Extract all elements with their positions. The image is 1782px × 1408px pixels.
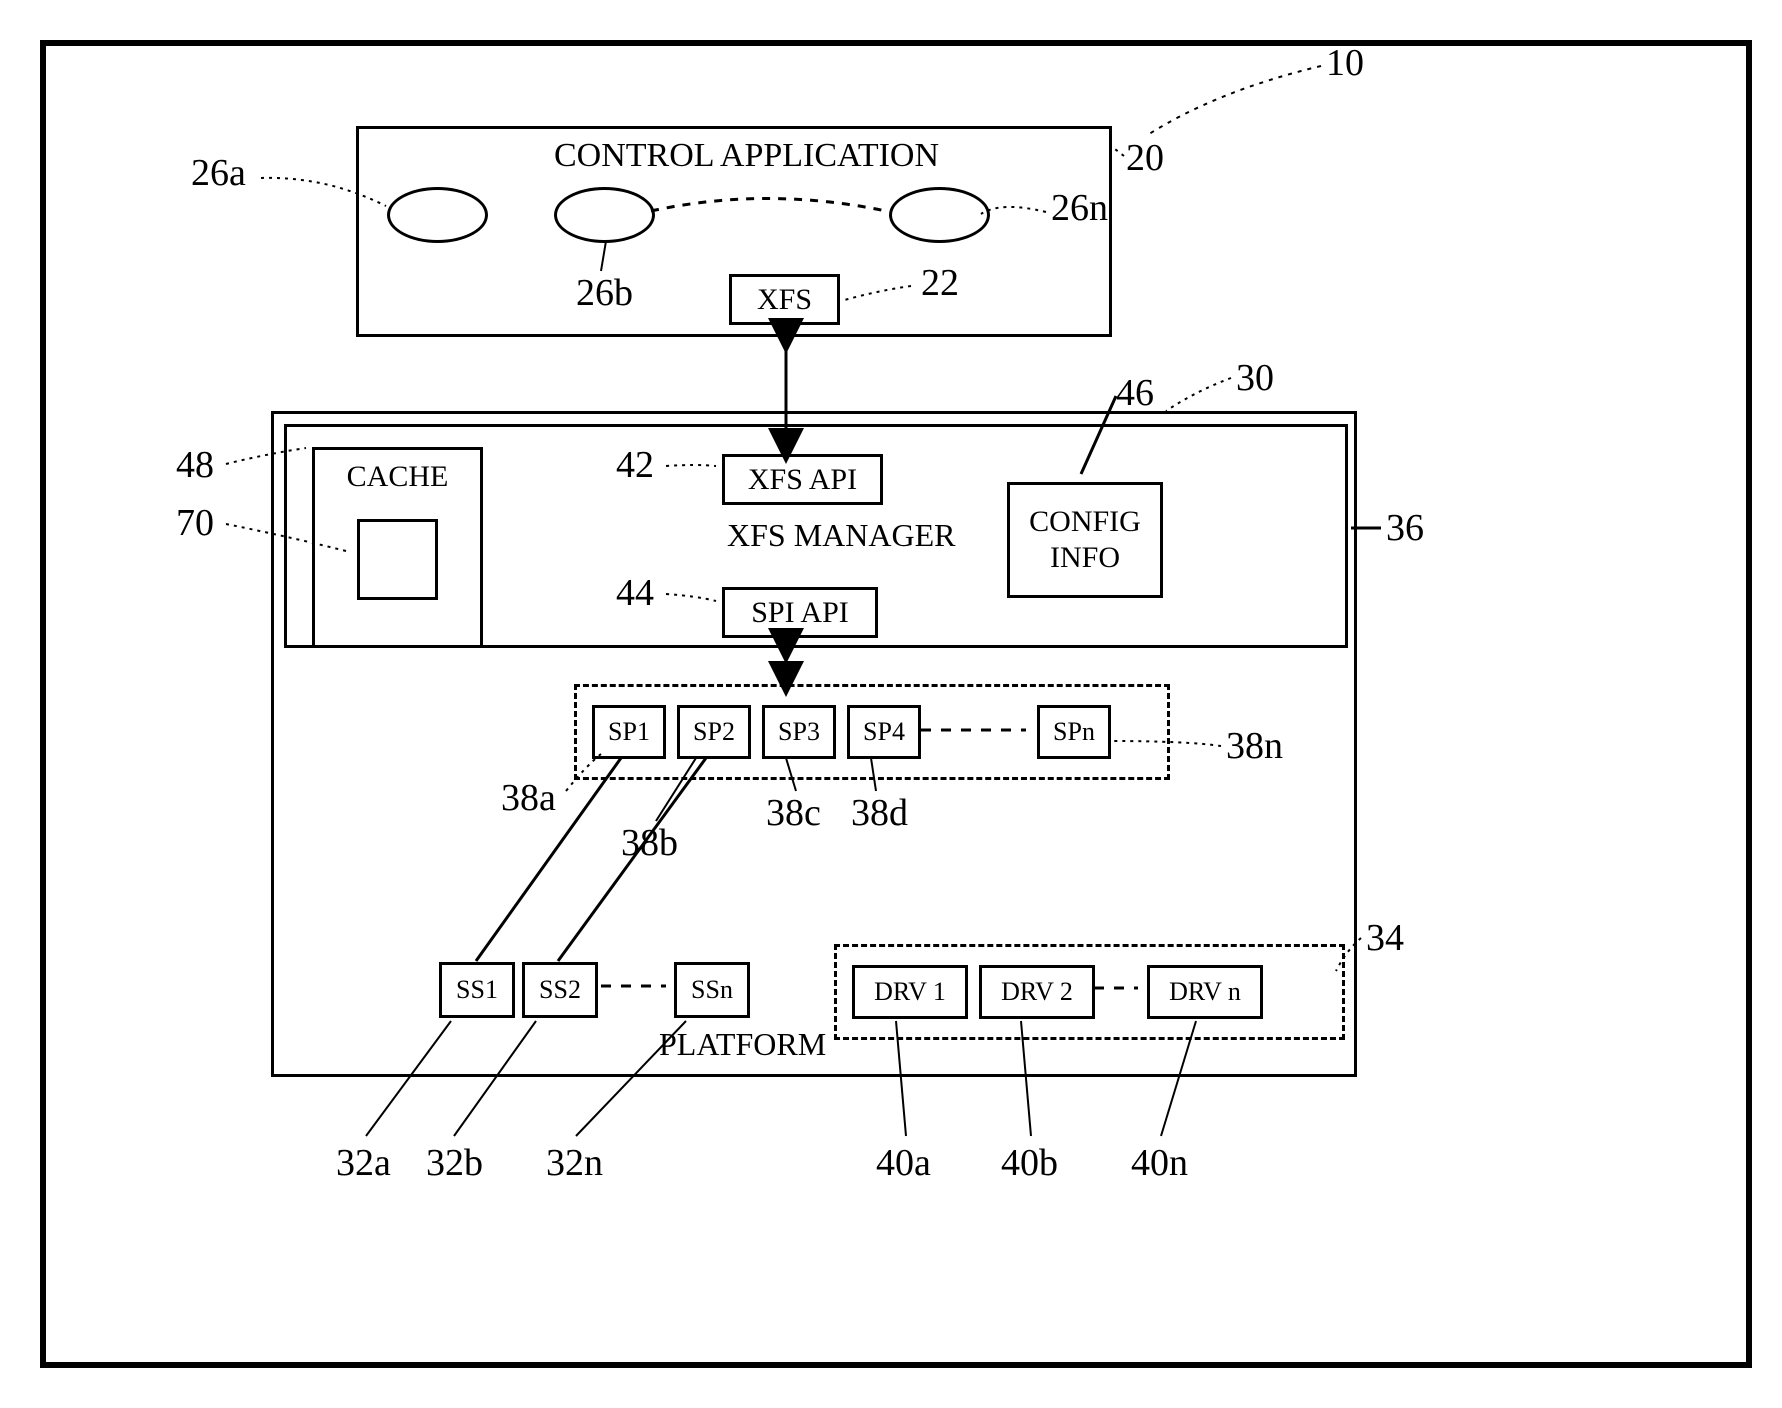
sp2-box: SP2	[677, 705, 751, 759]
oval-26b	[554, 187, 655, 243]
drv2-box: DRV 2	[979, 965, 1095, 1019]
ref-70: 70	[176, 501, 214, 545]
ref-40b: 40b	[1001, 1141, 1058, 1185]
ss1-box: SS1	[439, 962, 515, 1018]
sp4-box: SP4	[847, 705, 921, 759]
ref-38d: 38d	[851, 791, 908, 835]
ref-30: 30	[1236, 356, 1274, 400]
config-info-box: CONFIG INFO	[1007, 482, 1163, 598]
drv-group: DRV 1 DRV 2 DRV n	[834, 944, 1345, 1040]
platform-box: PLATFORM XFS MANAGER XFS API SPI API CAC…	[271, 411, 1357, 1077]
cache-inner-box	[357, 519, 438, 600]
sp-group: SP1 SP2 SP3 SP4 SPn	[574, 684, 1170, 780]
control-application-title: CONTROL APPLICATION	[554, 137, 939, 175]
ref-22: 22	[921, 261, 959, 305]
drvn-box: DRV n	[1147, 965, 1263, 1019]
ref-10: 10	[1326, 41, 1364, 85]
xfs-api-box: XFS API	[722, 454, 883, 505]
ref-36: 36	[1386, 506, 1424, 550]
ref-38c: 38c	[766, 791, 821, 835]
ref-26b: 26b	[576, 271, 633, 315]
ssn-box: SSn	[674, 962, 750, 1018]
ref-38b: 38b	[621, 821, 678, 865]
ref-32a: 32a	[336, 1141, 391, 1185]
control-application-box: CONTROL APPLICATION XFS	[356, 126, 1112, 337]
config-title2: INFO	[1050, 540, 1120, 576]
ref-20: 20	[1126, 136, 1164, 180]
spi-api-box: SPI API	[722, 587, 878, 638]
ref-46: 46	[1116, 371, 1154, 415]
oval-26a	[387, 187, 488, 243]
diagram-root: 10 CONTROL APPLICATION XFS 26a 26b 26n 2…	[40, 40, 1752, 1368]
ref-40a: 40a	[876, 1141, 931, 1185]
cache-box: CACHE	[312, 447, 483, 648]
ref-44: 44	[616, 571, 654, 615]
ref-26n: 26n	[1051, 186, 1108, 230]
ref-42: 42	[616, 443, 654, 487]
ref-32n: 32n	[546, 1141, 603, 1185]
ref-40n: 40n	[1131, 1141, 1188, 1185]
xfs-manager-box: XFS MANAGER XFS API SPI API CACHE CONFIG…	[284, 424, 1348, 648]
cache-title: CACHE	[347, 460, 449, 494]
ref-26a: 26a	[191, 151, 246, 195]
config-title1: CONFIG	[1029, 504, 1141, 540]
sp3-box: SP3	[762, 705, 836, 759]
platform-title: PLATFORM	[659, 1026, 826, 1063]
xfs-manager-title: XFS MANAGER	[727, 517, 955, 554]
sp1-box: SP1	[592, 705, 666, 759]
ref-38a: 38a	[501, 776, 556, 820]
ref-38n: 38n	[1226, 724, 1283, 768]
ref-34: 34	[1366, 916, 1404, 960]
oval-26n	[889, 187, 990, 243]
ss2-box: SS2	[522, 962, 598, 1018]
ref-48: 48	[176, 443, 214, 487]
ref-32b: 32b	[426, 1141, 483, 1185]
xfs-box: XFS	[729, 274, 840, 325]
drv1-box: DRV 1	[852, 965, 968, 1019]
spn-box: SPn	[1037, 705, 1111, 759]
